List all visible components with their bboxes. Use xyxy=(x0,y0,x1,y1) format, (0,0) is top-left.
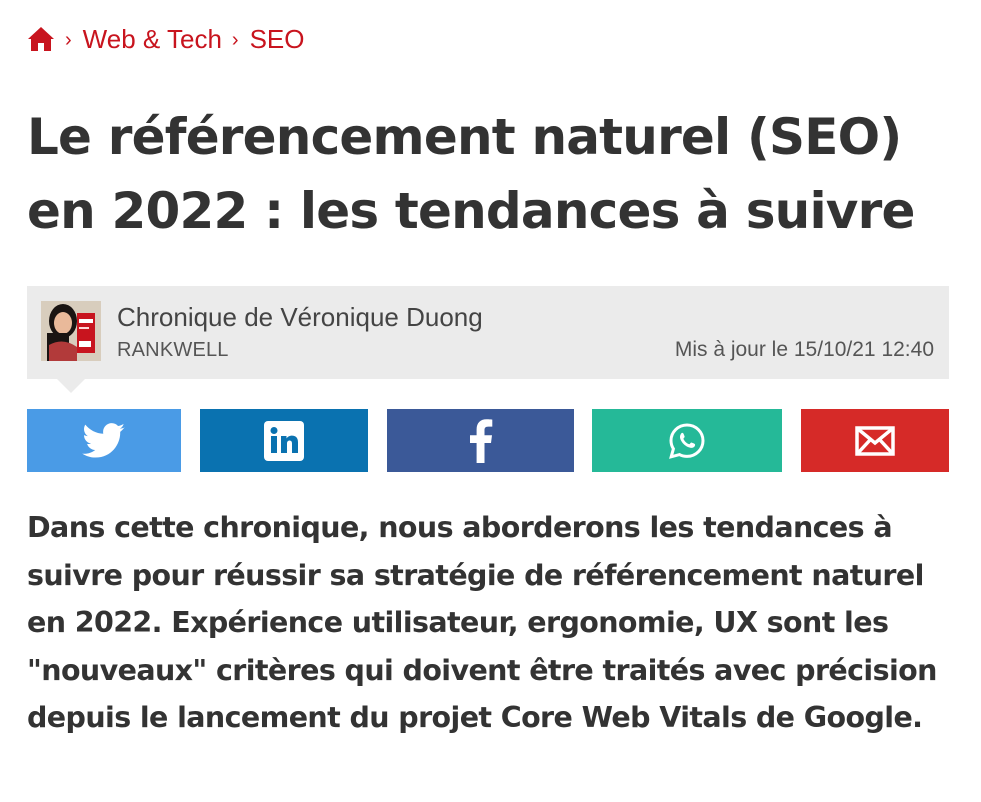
twitter-icon xyxy=(82,422,126,459)
breadcrumb-item-seo[interactable]: SEO xyxy=(250,24,305,55)
author-box: Chronique de Véronique Duong RANKWELL Mi… xyxy=(27,286,949,393)
author-name[interactable]: Chronique de Véronique Duong xyxy=(117,302,483,333)
whatsapp-icon xyxy=(668,422,706,460)
author-company: RANKWELL xyxy=(117,339,229,361)
share-twitter-button[interactable] xyxy=(27,409,181,472)
share-whatsapp-button[interactable] xyxy=(592,409,782,472)
home-icon[interactable] xyxy=(27,25,55,53)
share-linkedin-button[interactable] xyxy=(200,409,368,472)
title-line-1: Le référencement naturel (SEO) xyxy=(27,108,902,166)
updated-timestamp: Mis à jour le 15/10/21 12:40 xyxy=(674,338,934,361)
share-facebook-button[interactable] xyxy=(387,409,574,472)
avatar[interactable] xyxy=(41,301,101,361)
email-icon xyxy=(855,425,895,456)
article-intro: Dans cette chronique, nous aborderons le… xyxy=(27,511,937,734)
page-title: Le référencement naturel (SEO) en 2022 :… xyxy=(27,100,957,248)
breadcrumb-separator: › xyxy=(231,28,239,51)
breadcrumb-separator: › xyxy=(65,28,72,51)
share-email-button[interactable] xyxy=(801,409,949,472)
breadcrumb: › Web & Tech › SEO xyxy=(27,24,305,54)
title-line-2: en 2022 : les tendances à suivre xyxy=(27,182,915,240)
facebook-icon xyxy=(469,418,493,463)
linkedin-icon xyxy=(263,420,305,462)
breadcrumb-item-web-tech[interactable]: Web & Tech xyxy=(83,24,222,55)
